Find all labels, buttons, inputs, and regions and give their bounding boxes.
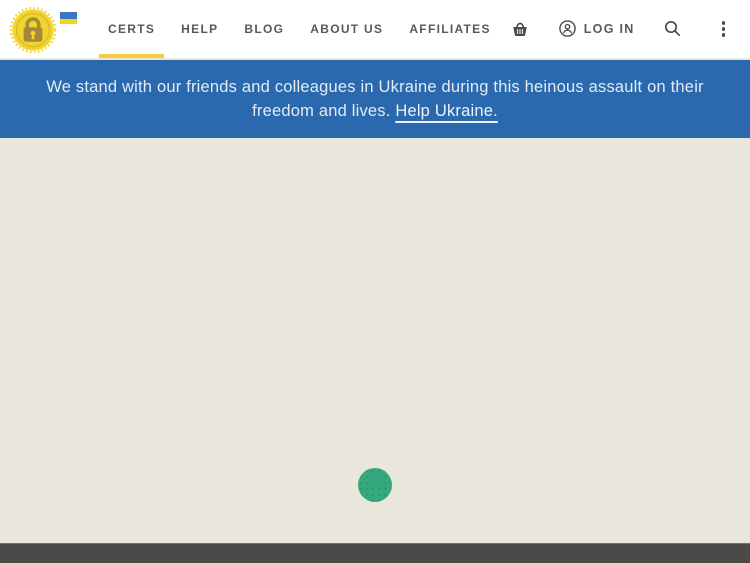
ukraine-flag-icon — [60, 12, 77, 24]
nav-item-affiliates[interactable]: AFFILIATES — [396, 0, 503, 58]
kebab-menu-icon[interactable] — [720, 19, 727, 38]
login-label: LOG IN — [584, 22, 635, 36]
nav-item-blog[interactable]: BLOG — [231, 0, 297, 58]
page-content-area — [0, 138, 750, 543]
login-button[interactable]: LOG IN — [559, 20, 635, 37]
cart-button[interactable] — [511, 21, 529, 37]
header-actions: LOG IN — [511, 19, 727, 38]
search-button[interactable] — [664, 20, 681, 37]
help-ukraine-link[interactable]: Help Ukraine. — [395, 102, 498, 120]
account-circle-icon — [559, 20, 576, 37]
main-nav: CERTS HELP BLOG ABOUT US AFFILIATES — [95, 0, 504, 58]
banner-text: We stand with our friends and colleagues… — [25, 75, 725, 123]
ukraine-support-banner: We stand with our friends and colleagues… — [0, 60, 750, 138]
padlock-coin-logo-icon[interactable] — [10, 7, 56, 53]
top-navigation-bar: CERTS HELP BLOG ABOUT US AFFILIATES LOG … — [0, 0, 750, 58]
nav-item-certs[interactable]: CERTS — [95, 0, 168, 58]
nav-item-about-us[interactable]: ABOUT US — [297, 0, 396, 58]
footer-bar — [0, 543, 750, 563]
banner-message: We stand with our friends and colleagues… — [46, 78, 704, 120]
magnifier-icon — [664, 20, 681, 37]
basket-icon — [511, 21, 529, 37]
nav-item-help[interactable]: HELP — [168, 0, 231, 58]
chat-widget-loading-circle[interactable] — [358, 468, 392, 502]
